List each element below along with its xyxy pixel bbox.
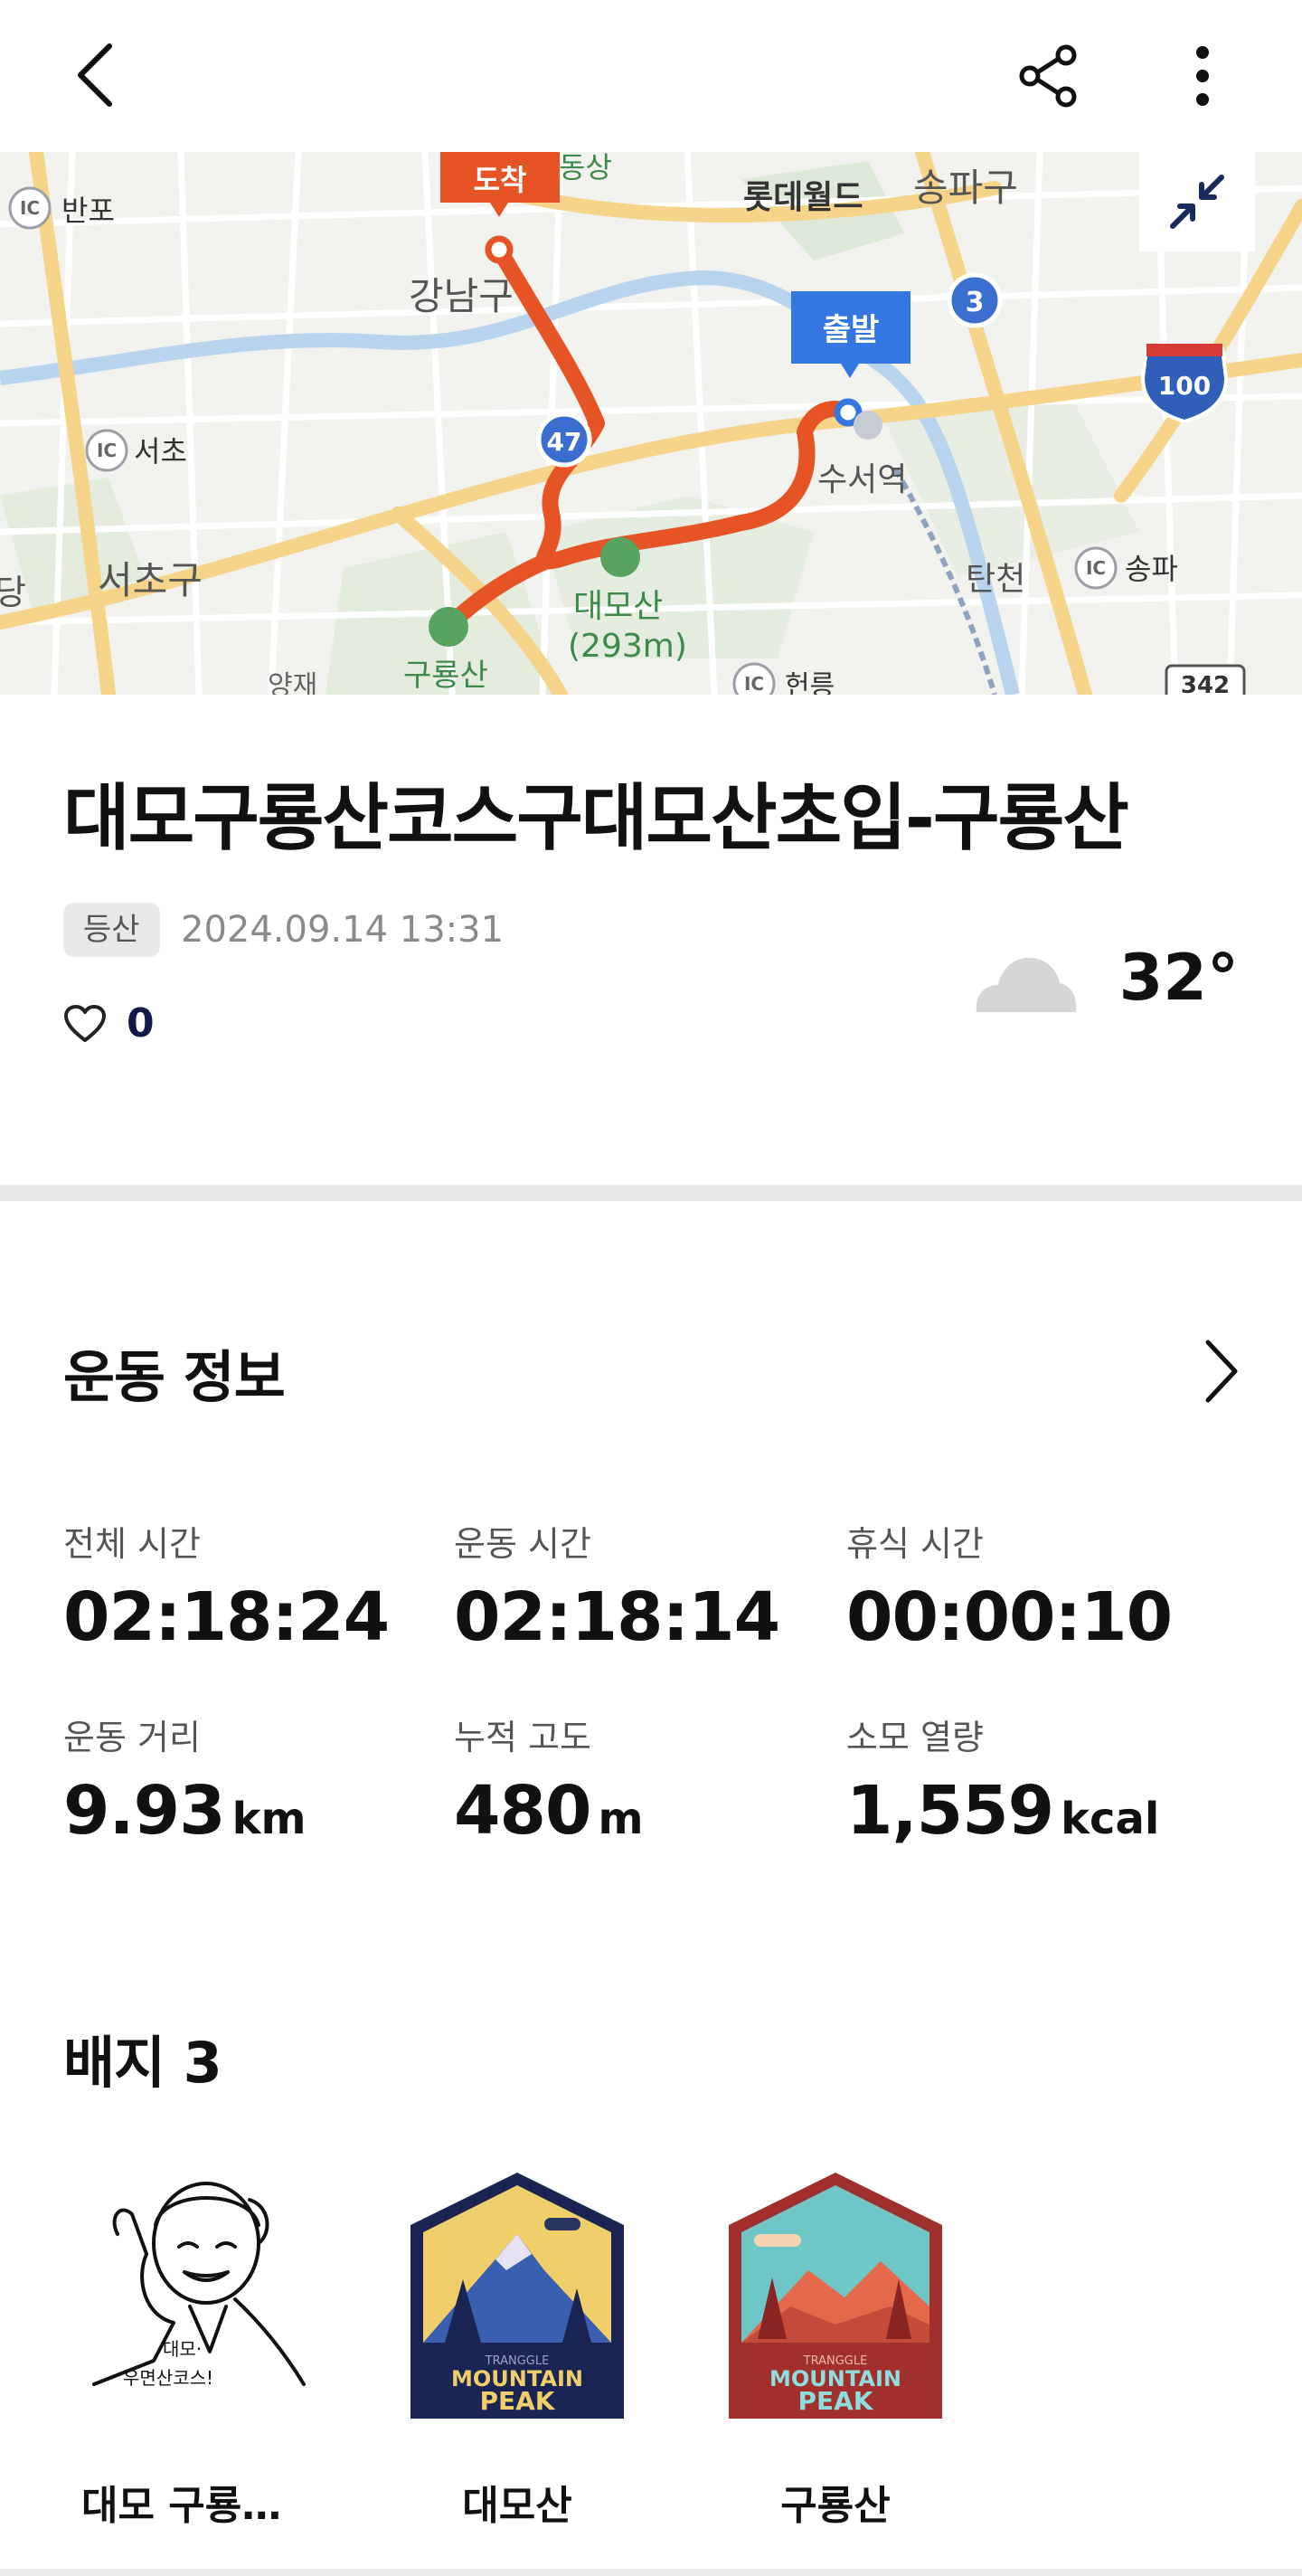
map-label-songpa-gu: 송파구 xyxy=(913,166,1018,210)
stat-exercise-time: 운동 시간 02:18:14 xyxy=(454,1516,780,1656)
badge-item[interactable]: TRANGGLE MOUNTAIN PEAK 구룡산 xyxy=(718,2171,953,2531)
road-100-label: 100 xyxy=(1158,371,1211,401)
share-button[interactable] xyxy=(1013,40,1085,112)
badge-name: 구룡산 xyxy=(780,2483,891,2529)
route-map[interactable]: 도착 출발 3 47 100 342 IC IC IC IC 반포 강남구 롯데… xyxy=(0,152,1302,695)
activity-title: 대모구룡산코스구대모산초입-구룡산 xyxy=(63,776,1129,860)
map-label-tancheon: 탄천 xyxy=(966,561,1025,598)
road-342-label: 342 xyxy=(1181,672,1230,695)
weather-info: 32° xyxy=(971,941,1239,1015)
map-canvas: 도착 출발 3 47 100 342 IC IC IC IC 반포 강남구 롯데… xyxy=(0,152,1302,695)
collapse-expand-icon xyxy=(1170,175,1224,229)
stat-value: 480 xyxy=(454,1772,591,1850)
temperature: 32° xyxy=(1118,941,1239,1015)
ic-label-songpa: IC xyxy=(1086,557,1106,579)
top-bar xyxy=(0,0,1302,152)
stat-value: 00:00:10 xyxy=(846,1578,1173,1656)
badge-line2: PEAK xyxy=(797,2386,873,2416)
stat-value: 02:18:14 xyxy=(454,1578,780,1656)
badge-halmeoni-illustration: 대모· 우면산코스! xyxy=(92,2182,306,2389)
map-label-songpa: 송파 xyxy=(1125,552,1178,586)
heart-icon xyxy=(64,1004,106,1042)
chevron-left-icon xyxy=(78,43,112,107)
category-chip: 등산 xyxy=(63,903,160,957)
map-label-dang: 당 xyxy=(0,573,26,612)
stat-value: 1,559 xyxy=(846,1772,1054,1850)
stat-total-time: 전체 시간 02:18:24 xyxy=(63,1516,390,1656)
stat-value: 9.93 xyxy=(63,1772,226,1850)
stat-label: 전체 시간 xyxy=(63,1524,201,1564)
exercise-detail-button[interactable] xyxy=(1203,1339,1239,1407)
ic-label-seocho: IC xyxy=(97,440,117,461)
map-label-daemosan-height: (293m) xyxy=(568,628,687,665)
stat-calories: 소모 열량 1,559 kcal xyxy=(846,1709,1159,1850)
activity-datetime: 2024.09.14 13:31 xyxy=(181,909,505,951)
map-label-seocho-gu: 서초구 xyxy=(98,558,203,602)
like-button[interactable]: 0 xyxy=(63,1000,155,1046)
map-expand-button[interactable] xyxy=(1139,152,1255,251)
stat-label: 휴식 시간 xyxy=(846,1524,984,1564)
departure-label: 출발 xyxy=(823,312,880,348)
share-icon xyxy=(1019,44,1077,108)
ic-label-heolreung: IC xyxy=(744,673,764,695)
badge-name: 대모 구룡산 … xyxy=(81,2483,316,2529)
badge-line2: PEAK xyxy=(479,2386,555,2416)
stat-label: 소모 열량 xyxy=(846,1718,984,1757)
badge-item[interactable]: TRANGGLE MOUNTAIN PEAK 대모산 xyxy=(400,2171,635,2531)
map-label-gangnam: 강남구 xyxy=(409,274,514,318)
back-button[interactable] xyxy=(63,36,127,114)
ic-label-banpo: IC xyxy=(20,197,40,219)
road-3-label: 3 xyxy=(966,287,985,318)
svg-text:우면산코스!: 우면산코스! xyxy=(123,2367,213,2389)
map-label-seocho: 서초 xyxy=(134,434,187,469)
map-label-heolreung: 헌릉 xyxy=(785,670,835,695)
stat-label: 운동 거리 xyxy=(63,1718,201,1757)
cloud-icon xyxy=(976,957,1076,1012)
map-label-guryongsan: 구룡산 xyxy=(403,658,488,694)
section-divider xyxy=(0,1185,1302,1201)
arrival-point xyxy=(485,235,514,264)
badges-section-title: 배지 3 xyxy=(63,2030,222,2096)
road-47-label: 47 xyxy=(547,427,582,457)
map-label-banpo: 반포 xyxy=(61,194,115,228)
stat-elevation: 누적 고도 480 m xyxy=(454,1709,643,1850)
stat-value: 02:18:24 xyxy=(63,1578,390,1656)
stat-rest-time: 휴식 시간 00:00:10 xyxy=(846,1516,1173,1656)
map-label-yangjae: 양재 xyxy=(268,670,317,695)
map-label-dongsang: 동상 xyxy=(559,152,612,185)
stat-unit: kcal xyxy=(1061,1794,1160,1844)
badge-mountain-peak-guryongsan: TRANGGLE MOUNTAIN PEAK xyxy=(729,2173,942,2419)
chevron-right-icon xyxy=(1205,1340,1238,1403)
bottom-divider xyxy=(0,2569,1302,2576)
stat-label: 누적 고도 xyxy=(454,1718,591,1757)
more-button[interactable] xyxy=(1175,40,1230,112)
stat-unit: m xyxy=(598,1794,644,1844)
badge-item[interactable]: 대모· 우면산코스! 대모 구룡산 … xyxy=(81,2171,316,2531)
badge-mountain-peak-daemosan: TRANGGLE MOUNTAIN PEAK xyxy=(410,2173,624,2419)
arrival-label: 도착 xyxy=(474,163,527,197)
map-label-lotteworld: 롯데월드 xyxy=(743,179,863,216)
like-count: 0 xyxy=(127,1000,155,1046)
map-label-suseo: 수서역 xyxy=(817,461,907,498)
stat-label: 운동 시간 xyxy=(454,1524,591,1564)
stat-distance: 운동 거리 9.93 km xyxy=(63,1709,307,1850)
more-vertical-icon xyxy=(1196,46,1209,106)
badge-art-text: 대모· xyxy=(163,2338,202,2360)
badge-name: 대모산 xyxy=(462,2483,572,2529)
stat-unit: km xyxy=(231,1794,307,1844)
exercise-section-title: 운동 정보 xyxy=(63,1344,286,1410)
map-label-daemosan: 대모산 xyxy=(573,588,663,625)
